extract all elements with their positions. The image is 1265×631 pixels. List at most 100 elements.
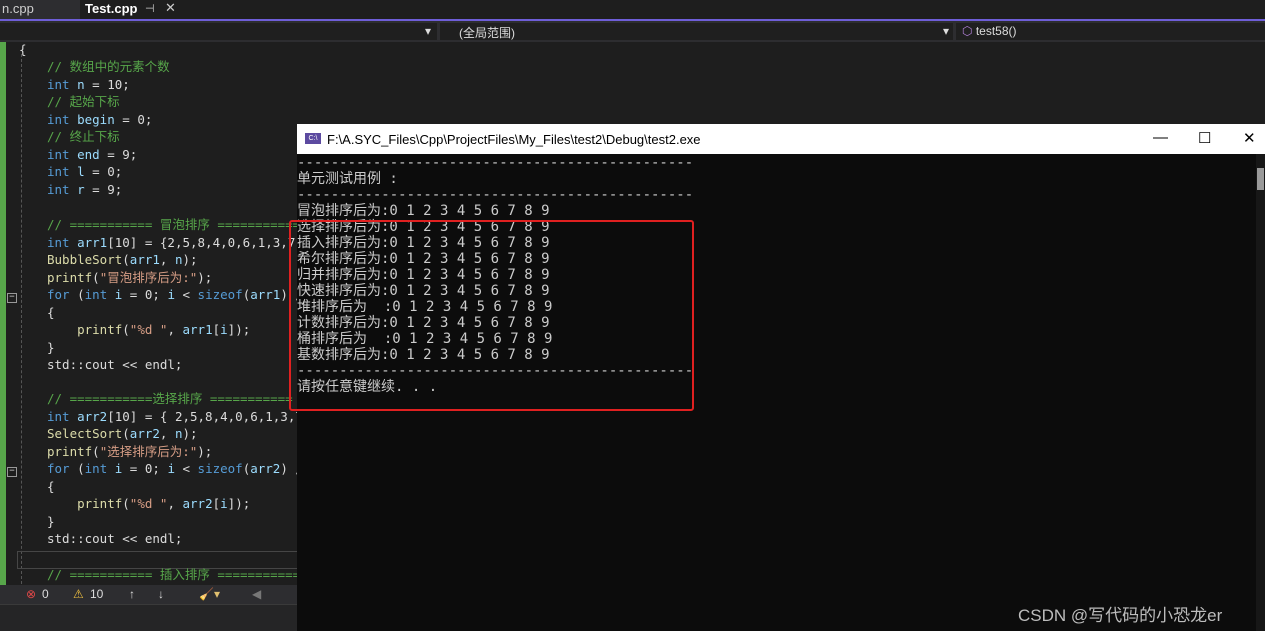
project-dropdown[interactable]: ▾ (0, 23, 437, 40)
code-line: // ===========选择排序 =========== (47, 390, 293, 407)
code-token: i (220, 322, 228, 337)
code-token: i (107, 287, 130, 302)
code-token: { (47, 479, 55, 494)
code-token: end (69, 147, 108, 162)
indent-guide (21, 54, 22, 584)
code-token: = 0; (129, 287, 168, 302)
warning-icon[interactable]: ⚠ (73, 587, 84, 601)
code-line: printf("选择排序后为:"); (47, 443, 212, 460)
code-line: BubbleSort(arr1, n); (47, 251, 198, 268)
code-token: int (84, 461, 108, 476)
code-token: for (47, 287, 70, 302)
code-token: ( (122, 496, 130, 511)
code-token: n (69, 77, 93, 92)
code-token: arr1 (129, 252, 160, 267)
close-button[interactable]: ✕ (1243, 129, 1256, 147)
code-line: for (int i = 0; i < sizeof(arr1) / (47, 286, 297, 303)
chevron-down-icon: ▾ (424, 24, 431, 38)
collapse-icon[interactable]: − (7, 293, 17, 303)
code-token: arr1 (69, 235, 108, 250)
code-line: } (47, 339, 55, 356)
code-token: , (159, 426, 175, 441)
code-line: std::cout << endl; (47, 530, 182, 547)
code-token: } (47, 340, 55, 355)
code-token: arr2 (129, 426, 160, 441)
code-line: // =========== 冒泡排序 =========== (47, 216, 297, 233)
code-line: printf("%d ", arr1[i]); (47, 321, 250, 338)
console-title-bar: C:\ F:\A.SYC_Files\Cpp\ProjectFiles\My_F… (297, 124, 1265, 154)
code-line: int end = 9; (47, 146, 137, 163)
code-token: ); (182, 426, 198, 441)
code-token: n (174, 252, 183, 267)
code-token: r (69, 182, 93, 197)
console-line: 冒泡排序后为:0 1 2 3 4 5 6 7 8 9 (297, 203, 550, 219)
console-title: F:\A.SYC_Files\Cpp\ProjectFiles\My_Files… (327, 132, 701, 147)
tab-test-cpp[interactable]: Test.cpp ⊣ ✕ (81, 0, 183, 19)
bottom-panel (0, 604, 297, 631)
code-token: // 起始下标 (47, 94, 120, 109)
code-token: ( (92, 444, 100, 459)
code-token: ( (92, 270, 100, 285)
chevron-down-icon: ▾ (942, 24, 949, 38)
code-token: int (47, 409, 70, 424)
code-line: { (47, 478, 55, 495)
code-token: arr2 (69, 409, 108, 424)
code-editor[interactable]: − − {// 数组中的元素个数 int n = 10;// 起始下标 int be… (0, 42, 297, 585)
code-token: "%d " (129, 496, 168, 511)
pin-icon[interactable]: ⊣ (145, 2, 155, 15)
code-token: ]); (227, 322, 251, 337)
next-issue-icon[interactable]: ↓ (158, 587, 164, 601)
code-line: for (int i = 0; i < sizeof(arr2) / (47, 460, 297, 477)
code-token: , (167, 322, 183, 337)
change-margin (0, 42, 6, 585)
error-count[interactable]: 0 (42, 587, 49, 601)
code-token: ( (122, 426, 130, 441)
console-window[interactable]: C:\ F:\A.SYC_Files\Cpp\ProjectFiles\My_F… (289, 124, 1265, 631)
minimize-button[interactable]: — (1153, 129, 1168, 146)
code-line: } (47, 513, 55, 530)
scope-dropdown[interactable]: (全局范围) ▾ (440, 23, 953, 40)
scrollbar-thumb[interactable] (1257, 168, 1264, 190)
code-token: std::cout << endl; (47, 531, 183, 546)
code-token: int (47, 147, 70, 162)
scroll-left-icon[interactable]: ◀ (252, 587, 261, 601)
warning-count[interactable]: 10 (90, 587, 103, 601)
code-token: { (19, 42, 27, 57)
navigation-bar: ▾ (全局范围) ▾ ⬡ test58() (0, 21, 1265, 42)
scope-label: (全局范围) (459, 26, 515, 40)
code-token: printf (47, 270, 93, 285)
code-token: , (159, 252, 175, 267)
code-line: int l = 0; (47, 163, 122, 180)
code-token: "%d " (129, 322, 168, 337)
code-token: [ (212, 496, 221, 511)
error-icon[interactable]: ⊗ (26, 587, 36, 601)
code-token: i (167, 461, 175, 476)
code-token: printf (47, 444, 93, 459)
code-token: int (47, 112, 70, 127)
code-token: int (47, 77, 70, 92)
console-scrollbar[interactable] (1256, 154, 1265, 631)
code-token: arr2 (182, 496, 213, 511)
code-cleanup-icon[interactable]: 🧹▾ (199, 587, 220, 601)
code-line: int n = 10; (47, 76, 130, 93)
console-line: 单元测试用例 : (297, 171, 398, 187)
previous-issue-icon[interactable]: ↑ (129, 587, 135, 601)
code-token: ( (122, 252, 130, 267)
code-token: [ (212, 322, 221, 337)
close-tab-icon[interactable]: ✕ (165, 0, 176, 16)
function-dropdown[interactable]: ⬡ test58() (956, 23, 1265, 40)
highlight-box (289, 220, 694, 411)
code-token: int (47, 164, 70, 179)
code-token: BubbleSort (47, 252, 123, 267)
code-line: int arr2[10] = { 2,5,8,4,0,6,1,3,7, (47, 408, 297, 425)
code-token: "选择排序后为:" (99, 444, 198, 459)
tab-bar: n.cpp Test.cpp ⊣ ✕ (0, 0, 1265, 19)
tab-n-cpp[interactable]: n.cpp (0, 0, 80, 19)
maximize-button[interactable]: ☐ (1198, 129, 1211, 147)
code-token: = 0; (92, 164, 123, 179)
code-token: ( (69, 287, 85, 302)
code-line: // 起始下标 (47, 93, 120, 110)
collapse-icon[interactable]: − (7, 467, 17, 477)
code-token: ( (69, 461, 85, 476)
code-token: arr1 (182, 322, 213, 337)
